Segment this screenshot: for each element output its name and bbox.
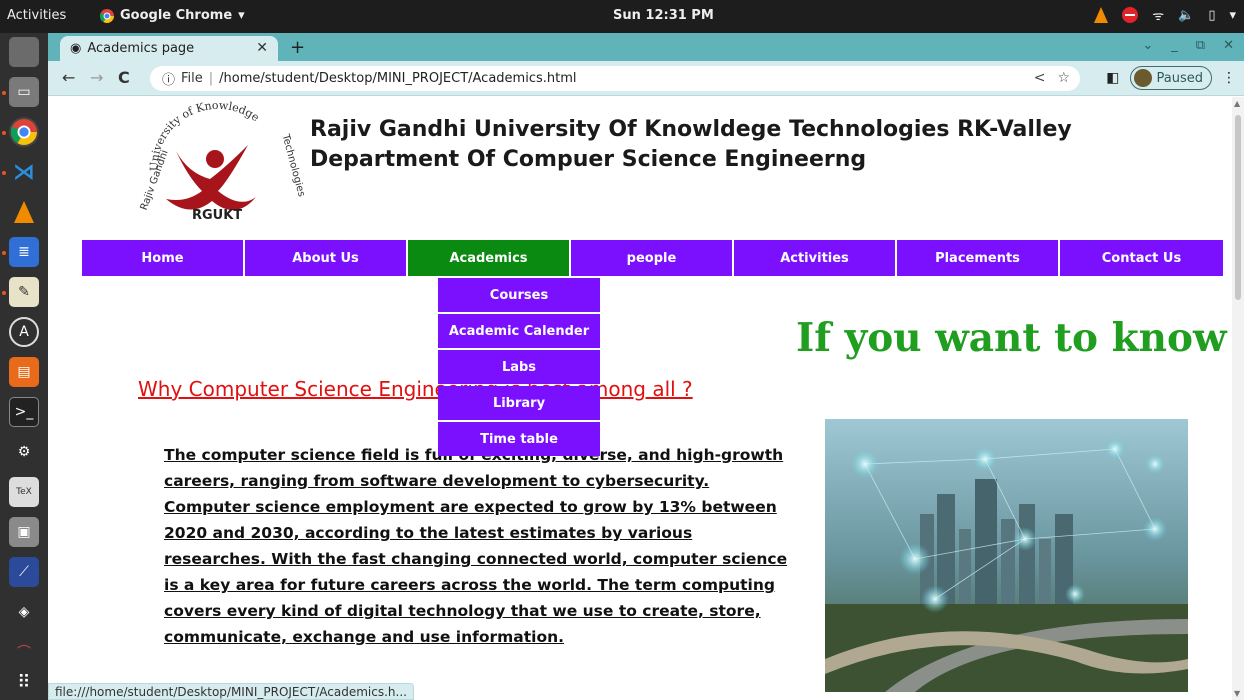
why-cse-heading: Why Computer Science Engineering is best… [138,377,693,401]
toolbar-right: ◧ Paused ⋮ [1106,66,1236,90]
scroll-down-icon[interactable]: ▼ [1234,689,1240,698]
logo-right-text: Technologies [279,132,304,198]
page-scrollbar[interactable]: ▲ ▼ [1232,97,1244,700]
minimize-icon[interactable]: _ [1171,38,1178,53]
bookmark-star-icon[interactable]: ☆ [1057,70,1070,86]
clock[interactable]: Sun 12:31 PM [613,8,714,23]
impress-icon[interactable]: ▤ [9,357,39,387]
files-icon[interactable] [9,37,39,67]
running-indicator [2,291,6,295]
dropdown-academic-calender[interactable]: Academic Calender [438,314,600,348]
vlc-tray-icon[interactable] [1094,7,1109,23]
tab-title: Academics page [87,41,195,56]
avatar [1133,69,1152,87]
kebab-menu-icon[interactable]: ⋮ [1222,70,1236,86]
volume-icon[interactable]: 🔈 [1178,8,1194,23]
running-indicator [2,91,6,95]
dropdown-time-table[interactable]: Time table [438,422,600,456]
separator: | [208,71,214,86]
profile-paused-button[interactable]: Paused [1129,66,1212,90]
omnibox-actions: < ☆ [1034,70,1070,86]
smart-city-image [825,419,1188,692]
university-title: Rajiv Gandhi University Of Knowldege Tec… [310,117,1072,142]
running-indicator [2,251,6,255]
vlc-icon[interactable] [9,197,39,227]
academics-dropdown: Courses Academic Calender Labs Library T… [438,278,600,458]
profile-status: Paused [1156,70,1203,86]
tab-strip: ◉ Academics page ✕ + ⌄ _ ⧉ ✕ [48,33,1244,61]
activities-button[interactable]: Activities [7,8,66,23]
system-top-bar: Activities Google Chrome ▾ Sun 12:31 PM … [0,0,1244,33]
dropdown-library[interactable]: Library [438,386,600,420]
running-indicator [2,171,6,175]
nav-people[interactable]: people [571,240,734,276]
scroll-up-icon[interactable]: ▲ [1234,99,1240,108]
disk-icon[interactable]: ▭ [9,77,39,107]
app-menu[interactable]: Google Chrome ▾ [100,8,245,23]
promo-marquee-text: If you want to know mo [796,315,1232,361]
rgukt-logo: University of Knowledge Rajiv Gandhi Tec… [139,101,304,223]
share-icon[interactable]: < [1034,70,1046,86]
reload-icon[interactable]: C [118,68,130,87]
texmaker-icon[interactable]: TeX [9,477,39,507]
back-icon[interactable]: ← [62,68,75,87]
window-controls: ⌄ _ ⧉ ✕ [1142,38,1234,53]
settings-icon[interactable]: ⚙ [9,437,39,467]
wifi-icon[interactable]: ᯤ [1152,6,1164,24]
network-tool-icon[interactable]: ⟋ [9,557,39,587]
nav-activities[interactable]: Activities [734,240,897,276]
text-editor-icon[interactable]: ✎ [9,277,39,307]
nav-academics[interactable]: Academics [408,240,571,276]
main-nav: Home About Us Academics people Activitie… [82,240,1223,276]
nav-contact-us[interactable]: Contact Us [1060,240,1223,276]
show-apps-icon[interactable]: ⠿ [9,667,39,697]
software-center-icon[interactable]: A [9,317,39,347]
nav-placements[interactable]: Placements [897,240,1060,276]
dropdown-courses[interactable]: Courses [438,278,600,312]
close-tab-icon[interactable]: ✕ [256,40,268,56]
scroll-thumb[interactable] [1235,115,1241,300]
close-window-icon[interactable]: ✕ [1223,38,1234,53]
screenshot-icon[interactable]: ▣ [9,517,39,547]
globe-icon: ◉ [70,41,82,56]
nav-about-us[interactable]: About Us [245,240,408,276]
info-icon[interactable]: ⓘ [162,69,175,88]
do-not-disturb-icon[interactable] [1122,7,1139,23]
logo-caption: RGUKT [192,208,242,223]
address-bar[interactable]: ⓘ File | /home/student/Desktop/MINI_PROJ… [150,66,1080,91]
department-title: Department Of Compuer Science Engineerng [310,147,867,172]
chevron-down-icon: ▾ [238,8,245,23]
vscode-icon[interactable]: ⋊ [9,157,39,187]
status-bubble: file:///home/student/Desktop/MINI_PROJEC… [48,683,414,700]
side-panel-icon[interactable]: ◧ [1106,70,1119,86]
web-page: University of Knowledge Rajiv Gandhi Tec… [48,97,1232,700]
url-text: /home/student/Desktop/MINI_PROJECT/Acade… [219,71,577,86]
chevron-down-icon[interactable]: ▾ [1229,8,1236,23]
tab-academics[interactable]: ◉ Academics page ✕ [60,36,278,61]
new-tab-icon[interactable]: + [290,37,305,58]
chrome-dock-icon[interactable] [9,117,39,147]
dropdown-labs[interactable]: Labs [438,350,600,384]
system-tray[interactable]: ᯤ 🔈 ▯ ▾ [1094,6,1236,24]
misc-app-icon[interactable]: ⌒ [9,637,39,667]
chrome-icon [100,8,114,23]
app-name: Google Chrome [120,8,233,23]
running-indicator [2,131,6,135]
scheme-label: File [181,71,203,86]
restore-icon[interactable]: ⧉ [1196,38,1205,53]
forward-icon[interactable]: → [90,68,103,87]
browser-toolbar: ← → C ⓘ File | /home/student/Desktop/MIN… [48,61,1244,96]
tab-search-icon[interactable]: ⌄ [1142,38,1153,53]
dock: ▭ ⋊ ≣ ✎ A ▤ >_ ⚙ TeX ▣ ⟋ ◈ ⌒ ⠿ [0,33,48,700]
terminal-icon[interactable]: >_ [9,397,39,427]
battery-icon[interactable]: ▯ [1208,8,1215,23]
nav-home[interactable]: Home [82,240,245,276]
cse-paragraph: The computer science field is full of ex… [164,446,788,646]
install-icon[interactable]: ◈ [9,597,39,627]
writer-icon[interactable]: ≣ [9,237,39,267]
